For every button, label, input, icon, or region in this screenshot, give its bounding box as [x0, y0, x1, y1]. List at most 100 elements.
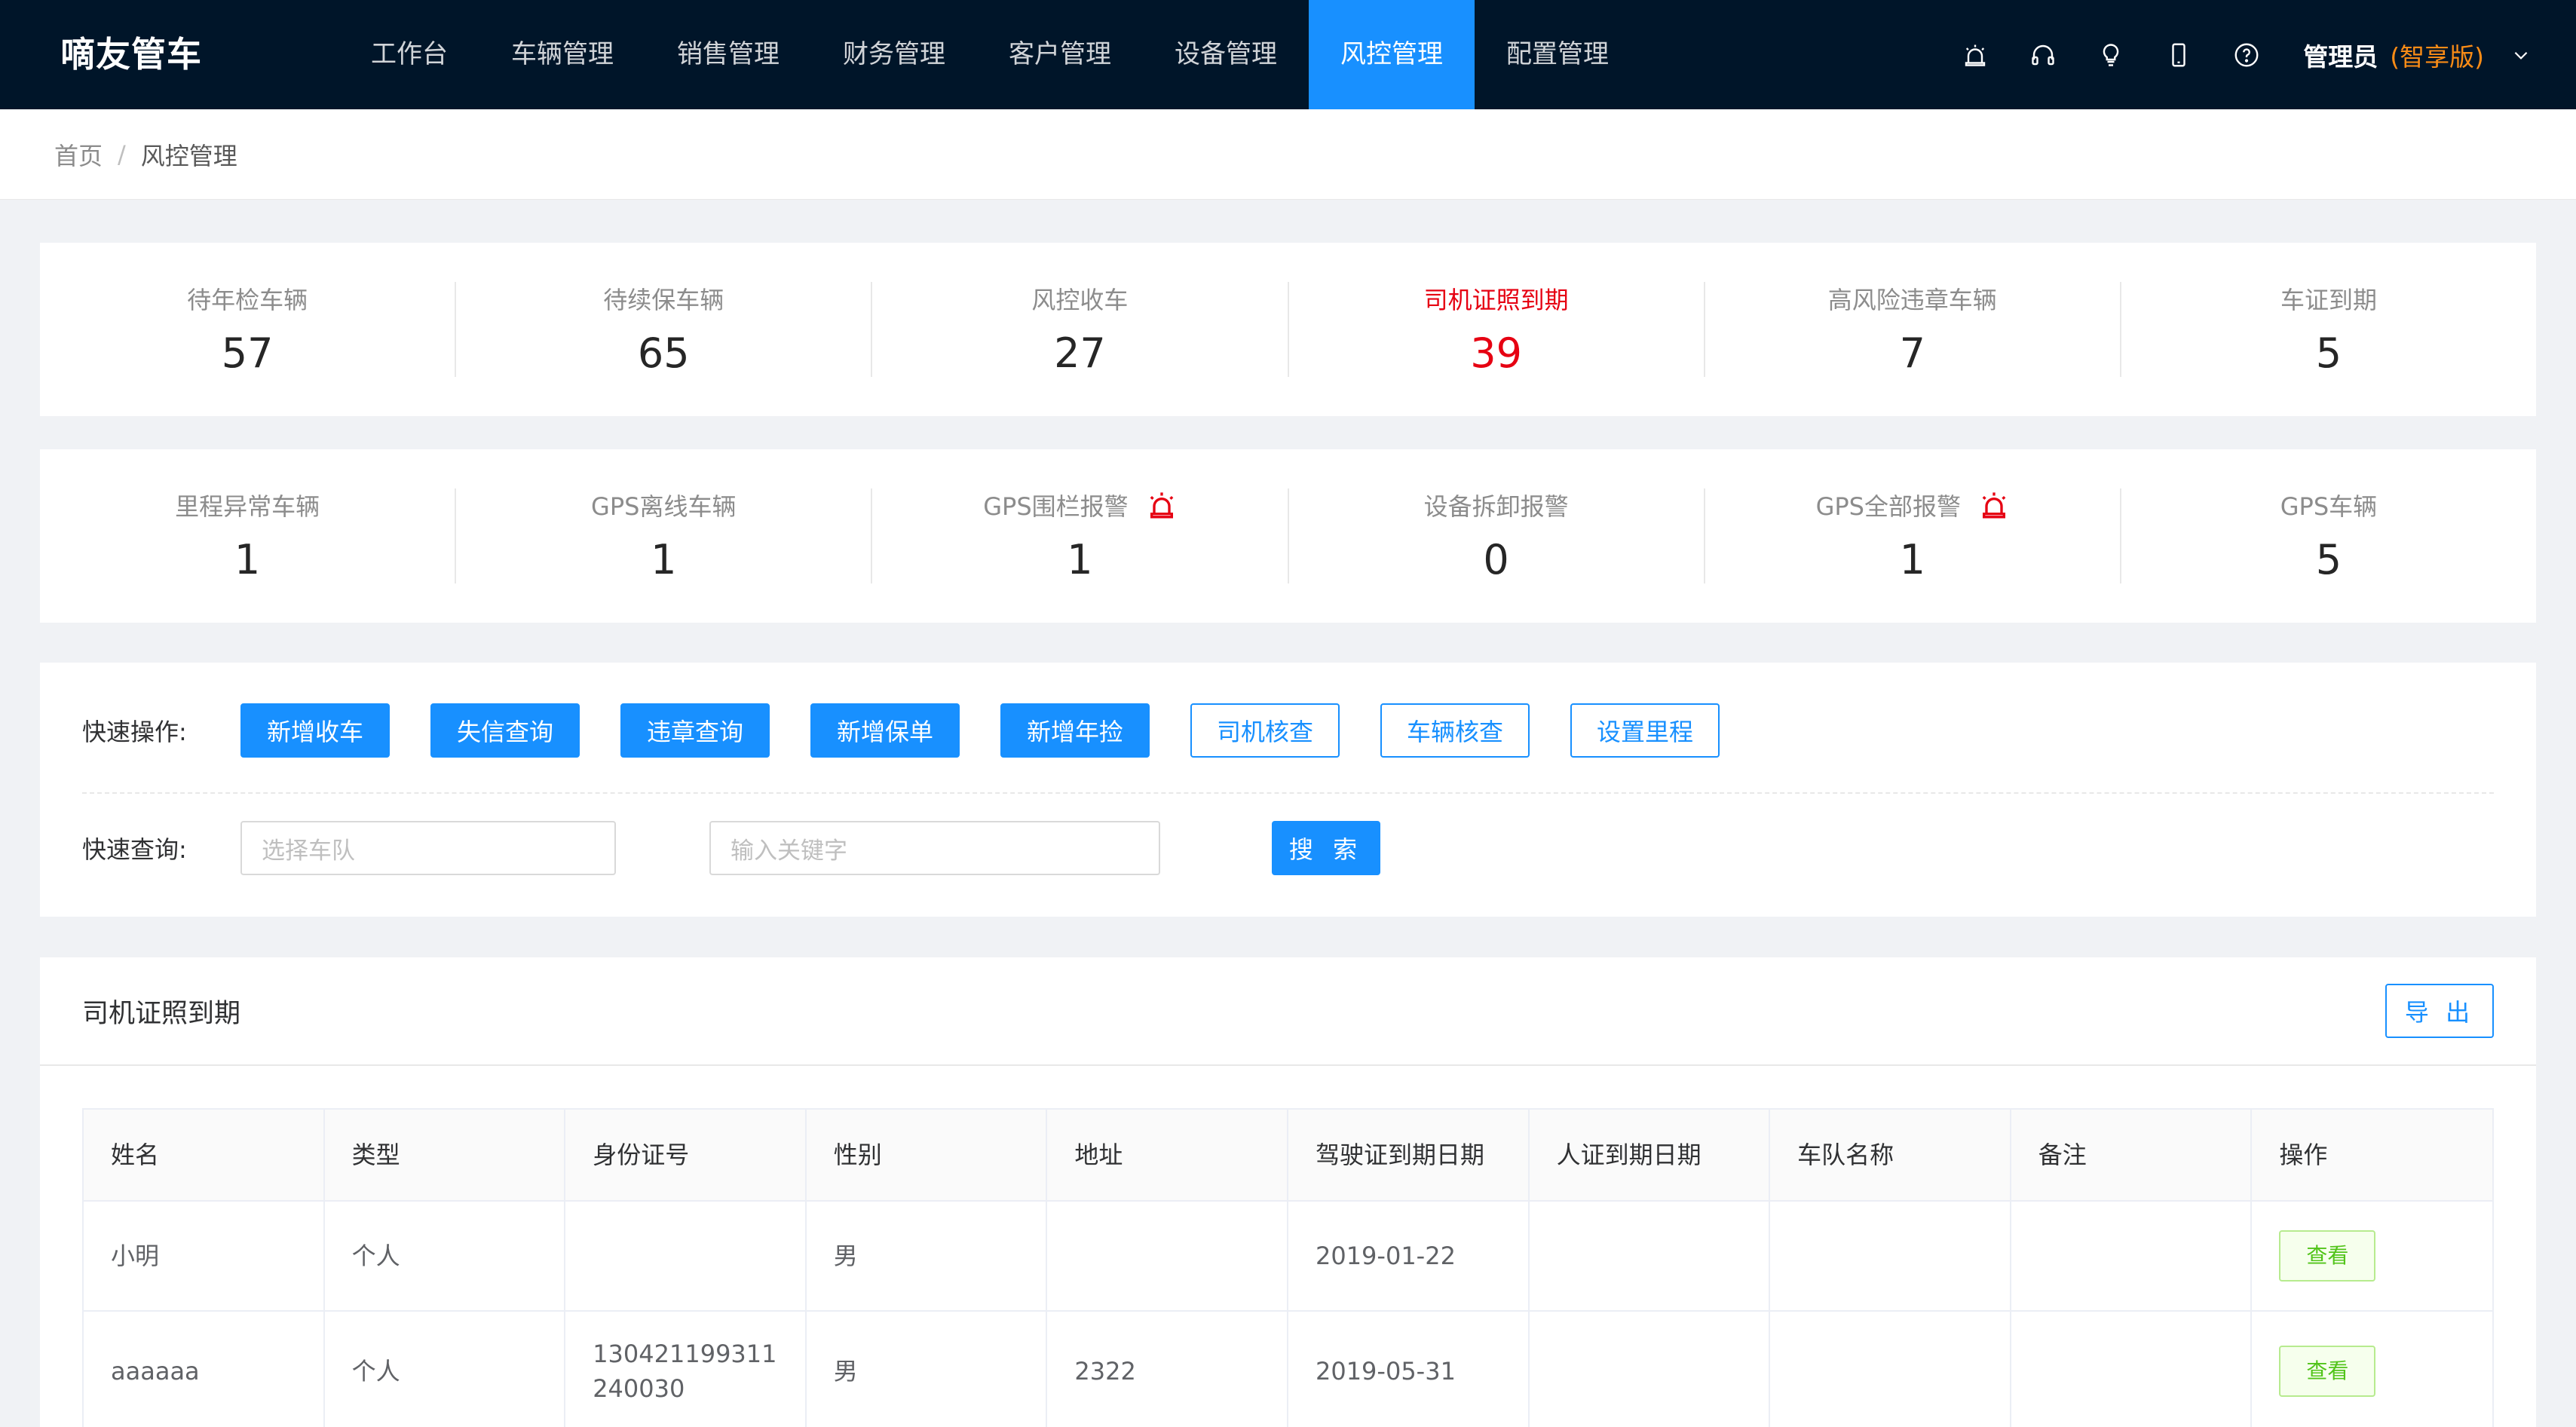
cell-license-expiry: 2019-01-22 — [1288, 1202, 1530, 1310]
nav-item-customers[interactable]: 客户管理 — [977, 0, 1143, 109]
team-select[interactable]: 选择车队 — [240, 821, 616, 875]
breadcrumb-current: 风控管理 — [140, 141, 237, 170]
column-header[interactable]: 人证到期日期 — [1530, 1110, 1771, 1200]
stat-label: GPS离线车辆 — [591, 492, 737, 521]
cell-remark — [2011, 1312, 2253, 1427]
stat-label: GPS车辆 — [2280, 492, 2378, 521]
stat-value: 5 — [2315, 536, 2342, 583]
stat-label: 待年检车辆 — [187, 286, 308, 314]
stat-label: 待续保车辆 — [603, 286, 724, 314]
stat-value: 65 — [637, 329, 690, 377]
breadcrumb-home[interactable]: 首页 — [54, 137, 103, 172]
cell-team — [1770, 1312, 2011, 1427]
quick-query-row: 快速查询: 选择车队 输入关键字 搜 索 — [82, 821, 1421, 875]
mobile-icon[interactable] — [2145, 0, 2213, 109]
lightbulb-icon[interactable] — [2077, 0, 2145, 109]
cell-address — [1047, 1202, 1288, 1310]
stat-value: 5 — [2315, 329, 2342, 377]
stat-gps-all-alarms[interactable]: GPS全部报警 1 — [1705, 488, 2121, 583]
credit-query-button[interactable]: 失信查询 — [430, 703, 580, 758]
column-header[interactable]: 姓名 — [84, 1110, 325, 1200]
stat-label: 高风险违章车辆 — [1827, 286, 1997, 314]
cell-name: aaaaaa — [84, 1312, 325, 1427]
stat-mileage-abnormal[interactable]: 里程异常车辆 1 — [40, 488, 457, 583]
top-navbar: 嘀友管车 工作台 车辆管理 销售管理 财务管理 客户管理 设备管理 风控管理 配… — [0, 0, 2576, 109]
stat-vehicle-cert-expiry[interactable]: 车证到期 5 — [2121, 282, 2536, 377]
stat-value: 27 — [1054, 329, 1106, 377]
nav-item-risk-control[interactable]: 风控管理 — [1309, 0, 1475, 109]
quick-query-label: 快速查询: — [82, 835, 187, 864]
stat-risk-recovery[interactable]: 风控收车 27 — [872, 282, 1289, 377]
cell-gender: 男 — [807, 1312, 1048, 1427]
alarm-icon[interactable] — [1941, 0, 2009, 109]
set-mileage-button[interactable]: 设置里程 — [1570, 703, 1720, 758]
nav-item-sales[interactable]: 销售管理 — [645, 0, 811, 109]
view-button[interactable]: 查看 — [2279, 1346, 2376, 1397]
cell-type: 个人 — [325, 1202, 566, 1310]
stat-high-risk-violations[interactable]: 高风险违章车辆 7 — [1705, 282, 2121, 377]
cell-gender: 男 — [807, 1202, 1048, 1310]
stats-card-row2: 里程异常车辆 1 GPS离线车辆 1 GPS围栏报警 1 设备拆卸报警 0 GP… — [40, 449, 2536, 623]
stat-value: 57 — [221, 329, 274, 377]
stat-gps-offline[interactable]: GPS离线车辆 1 — [456, 488, 873, 583]
column-header[interactable]: 驾驶证到期日期 — [1288, 1110, 1530, 1200]
column-header: 操作 — [2279, 1141, 2328, 1169]
view-button[interactable]: 查看 — [2279, 1230, 2376, 1282]
column-header[interactable]: 身份证号 — [565, 1110, 807, 1200]
column-header[interactable]: 备注 — [2011, 1110, 2253, 1200]
nav-item-finance[interactable]: 财务管理 — [811, 0, 977, 109]
stat-device-removal-alarm[interactable]: 设备拆卸报警 0 — [1289, 488, 1705, 583]
stats-card-row1: 待年检车辆 57 待续保车辆 65 风控收车 27 司机证照到期 39 高风险违… — [40, 243, 2536, 416]
header-actions: 管理员 (智享版) — [1941, 0, 2531, 109]
search-button[interactable]: 搜 索 — [1272, 821, 1380, 875]
column-header[interactable]: 类型 — [325, 1110, 566, 1200]
add-recovery-button[interactable]: 新增收车 — [240, 703, 390, 758]
keyword-input[interactable]: 输入关键字 — [709, 821, 1160, 875]
cell-license-expiry: 2019-05-31 — [1288, 1312, 1530, 1427]
brand-logo[interactable]: 嘀友管车 — [60, 0, 202, 109]
column-header[interactable]: 性别 — [807, 1110, 1048, 1200]
chevron-down-icon — [2514, 51, 2528, 60]
cell-type: 个人 — [325, 1312, 566, 1427]
nav-item-workbench[interactable]: 工作台 — [339, 0, 479, 109]
stat-insurance-renewal[interactable]: 待续保车辆 65 — [456, 282, 873, 377]
cell-team — [1770, 1202, 2011, 1310]
stat-value: 1 — [651, 536, 677, 583]
panel-header: 司机证照到期 导 出 — [40, 957, 2536, 1066]
stat-gps-fence-alarm[interactable]: GPS围栏报警 1 — [872, 488, 1289, 583]
cell-action: 查看 — [2252, 1202, 2492, 1310]
add-inspection-button[interactable]: 新增年捡 — [1000, 703, 1150, 758]
export-button[interactable]: 导 出 — [2385, 984, 2494, 1038]
stat-label: 司机证照到期 — [1423, 286, 1569, 314]
vehicle-check-button[interactable]: 车辆核查 — [1380, 703, 1530, 758]
stat-gps-vehicles[interactable]: GPS车辆 5 — [2121, 488, 2536, 583]
nav-item-devices[interactable]: 设备管理 — [1143, 0, 1309, 109]
headset-icon[interactable] — [2009, 0, 2077, 109]
nav-item-vehicles[interactable]: 车辆管理 — [479, 0, 645, 109]
stat-label: GPS全部报警 — [1815, 492, 1961, 521]
stat-value: 7 — [1899, 329, 1925, 377]
cell-id-expiry — [1530, 1312, 1771, 1427]
column-header[interactable]: 车队名称 — [1770, 1110, 2011, 1200]
violation-query-button[interactable]: 违章查询 — [620, 703, 770, 758]
stat-driver-license-expiry[interactable]: 司机证照到期 39 — [1289, 282, 1705, 377]
driver-check-button[interactable]: 司机核查 — [1190, 703, 1340, 758]
stat-value: 39 — [1470, 329, 1522, 377]
column-header[interactable]: 地址 — [1047, 1110, 1288, 1200]
alarm-icon — [1150, 492, 1173, 519]
add-policy-button[interactable]: 新增保单 — [810, 703, 960, 758]
user-menu[interactable]: 管理员 (智享版) — [2303, 37, 2531, 73]
breadcrumb: 首页 / 风控管理 — [0, 109, 2576, 200]
quick-panel: 快速操作: 新增收车 失信查询 违章查询 新增保单 新增年捡 司机核查 车辆核查… — [40, 663, 2536, 917]
user-edition-badge: (智享版) — [2390, 41, 2484, 72]
quick-panel-divider — [82, 792, 2494, 794]
table-row: aaaaaa 个人 130421199311240030 男 2322 2019… — [84, 1312, 2492, 1427]
driver-license-expiry-panel: 司机证照到期 导 出 姓名 类型 身份证号 性别 地址 驾驶证到期日期 人证到期… — [40, 957, 2536, 1427]
help-icon[interactable] — [2213, 0, 2280, 109]
stat-value: 1 — [1067, 536, 1093, 583]
cell-name: 小明 — [84, 1202, 325, 1310]
cell-address: 2322 — [1047, 1312, 1288, 1427]
breadcrumb-separator: / — [118, 139, 126, 169]
stat-annual-inspection[interactable]: 待年检车辆 57 — [40, 282, 457, 377]
nav-item-config[interactable]: 配置管理 — [1475, 0, 1640, 109]
